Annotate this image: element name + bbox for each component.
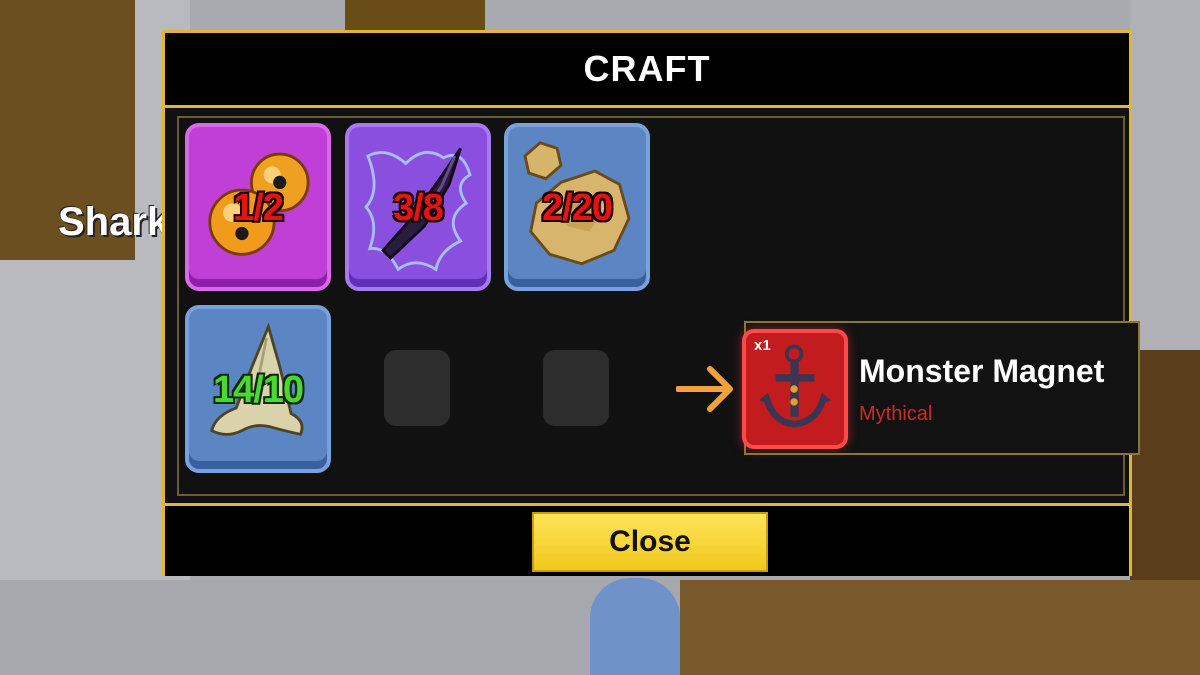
arrow-right-icon: [676, 366, 733, 412]
result-item-slot[interactable]: x1: [742, 329, 848, 449]
craft-panel: CRAFT 1/2 3/8 2/20 14/10 x1 Monster Magn…: [162, 30, 1140, 576]
background-beam: [345, 0, 485, 32]
ingredient-count-1: 1/2: [233, 187, 284, 229]
result-item-name: Monster Magnet: [859, 353, 1105, 389]
craft-result-card[interactable]: x1 Monster Magnet Mythical: [742, 321, 1140, 455]
craft-footer: Close: [165, 503, 1129, 576]
result-item-rarity: Mythical: [859, 403, 933, 425]
npc-name-label[interactable]: Shark: [58, 200, 169, 245]
ingredient-slot-3[interactable]: 2/20: [504, 123, 650, 291]
ingredient-count-3: 2/20: [542, 187, 613, 229]
craft-content: 1/2 3/8 2/20 14/10 x1 Monster Magnet Myt…: [177, 116, 1140, 496]
player-character: [590, 578, 680, 675]
close-button[interactable]: Close: [532, 512, 768, 572]
ingredient-slot-4[interactable]: 14/10: [185, 305, 331, 473]
craft-title: CRAFT: [583, 48, 711, 89]
ingredient-slot-1[interactable]: 1/2: [185, 123, 331, 291]
background-floor-shadow: [680, 580, 1200, 675]
craft-header: CRAFT: [165, 33, 1129, 108]
ingredient-slot-2[interactable]: 3/8: [345, 123, 491, 291]
ingredient-count-4: 14/10: [212, 369, 304, 411]
empty-ingredient-slot: [543, 350, 609, 426]
empty-ingredient-slot: [384, 350, 450, 426]
result-quantity: x1: [754, 337, 771, 354]
ingredient-count-2: 3/8: [393, 187, 444, 229]
